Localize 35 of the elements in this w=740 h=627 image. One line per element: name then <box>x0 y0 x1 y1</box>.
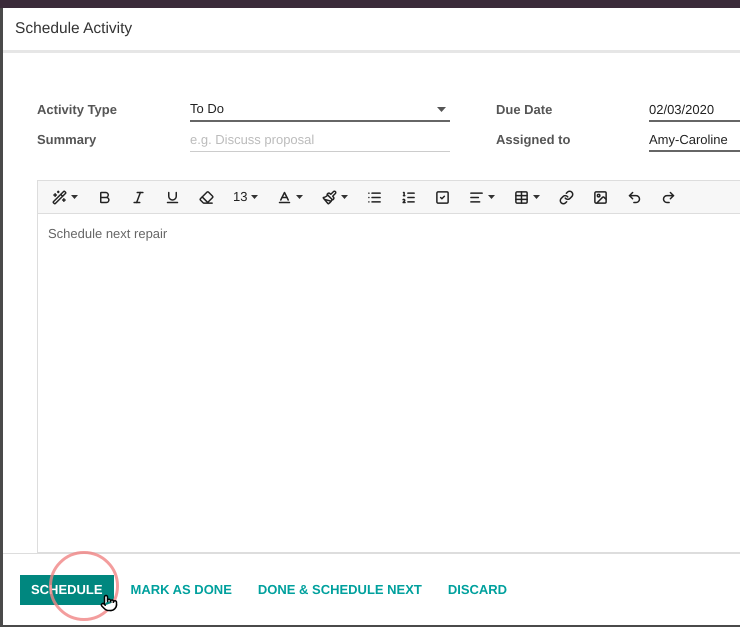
undo-icon <box>627 190 642 204</box>
field-label: Assigned to <box>496 131 572 149</box>
field-label: Summary <box>37 131 98 149</box>
dropdown-caret-icon <box>437 106 446 112</box>
font-size-button[interactable]: 13 <box>227 183 264 211</box>
caret-icon <box>296 195 304 199</box>
editor-text: Schedule next repair <box>48 225 168 243</box>
caret-icon <box>251 195 258 199</box>
italic-icon <box>131 190 146 204</box>
font-color-icon <box>277 190 292 204</box>
image-icon <box>593 190 608 204</box>
input-field[interactable]: Amy-Caroline <box>649 128 740 152</box>
dialog-title: Schedule Activity <box>15 19 132 40</box>
hand-cursor-icon <box>100 594 118 612</box>
field-label: Due Date <box>496 101 554 119</box>
table-icon <box>514 190 530 204</box>
caret-icon <box>341 195 348 199</box>
select-field[interactable]: To Do <box>190 98 450 122</box>
bullet-list-icon <box>367 190 382 204</box>
redo-icon <box>661 190 676 204</box>
align-icon <box>469 190 484 204</box>
magic-wand-icon <box>52 190 67 204</box>
eraser-icon <box>199 190 214 204</box>
caret-icon <box>488 195 496 199</box>
input-field[interactable]: e.g. Discuss proposal <box>190 128 450 152</box>
paintbrush-icon <box>322 190 338 204</box>
caret-icon <box>533 195 540 199</box>
caret-icon <box>71 195 78 199</box>
input-field[interactable]: 02/03/2020 <box>649 98 740 122</box>
field-label: Activity Type <box>37 101 118 119</box>
link-icon <box>559 190 574 204</box>
bold-icon <box>97 190 112 204</box>
checklist-icon <box>435 190 450 204</box>
underline-icon <box>165 190 180 204</box>
numbered-list-icon <box>401 190 416 204</box>
